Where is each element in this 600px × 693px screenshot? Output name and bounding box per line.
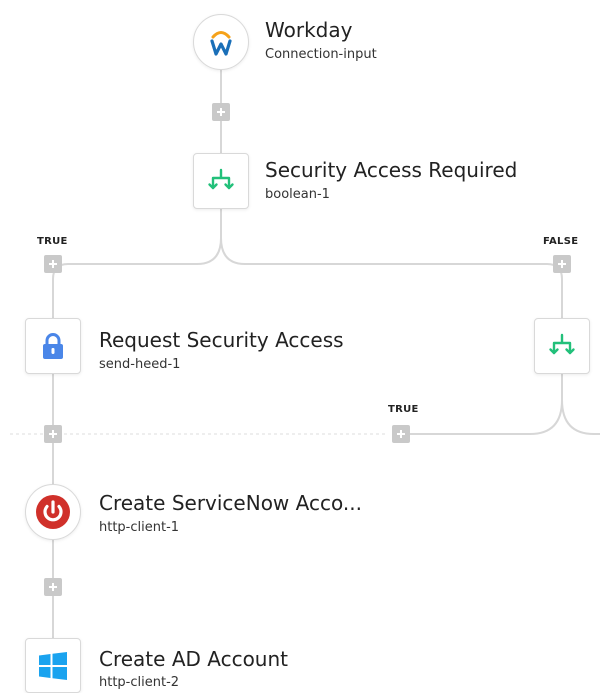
true-branch-label: TRUE	[37, 236, 68, 247]
add-inner-true-branch-step-button[interactable]	[392, 425, 410, 443]
false-branch-label: FALSE	[543, 236, 579, 247]
power-icon	[36, 495, 70, 529]
security-access-required-node-title[interactable]: Security Access Required	[265, 158, 517, 182]
inner-true-branch-label: TRUE	[388, 404, 419, 415]
create-servicenow-account-node-icon[interactable]	[25, 484, 81, 540]
workday-logo-icon	[210, 31, 232, 56]
plus-icon	[397, 430, 405, 438]
plus-icon	[49, 260, 57, 268]
request-security-access-node-icon[interactable]	[25, 318, 81, 374]
false-branch-condition-node-icon[interactable]	[534, 318, 590, 374]
add-true-branch-step-button[interactable]	[44, 255, 62, 273]
branch-icon	[549, 333, 575, 355]
plus-icon	[558, 260, 566, 268]
security-access-required-node-icon[interactable]	[193, 153, 249, 209]
windows-logo-icon	[39, 651, 67, 680]
create-servicenow-account-node-title[interactable]: Create ServiceNow Acco...	[99, 491, 362, 515]
create-ad-account-node-title[interactable]: Create AD Account	[99, 647, 288, 671]
plus-icon	[49, 430, 57, 438]
workday-node-icon[interactable]	[193, 14, 249, 70]
plus-icon	[217, 108, 225, 116]
create-ad-account-node-subtitle: http-client-2	[99, 675, 180, 690]
workday-node-subtitle: Connection-input	[265, 47, 377, 62]
lock-icon	[43, 333, 63, 359]
branch-icon	[208, 168, 234, 190]
workday-node-title[interactable]: Workday	[265, 18, 352, 42]
add-step-button[interactable]	[44, 578, 62, 596]
create-servicenow-account-node-subtitle: http-client-1	[99, 520, 180, 535]
request-security-access-node-subtitle: send-heed-1	[99, 357, 181, 372]
add-step-button[interactable]	[212, 103, 230, 121]
create-ad-account-node-icon[interactable]	[25, 638, 81, 693]
add-step-button[interactable]	[44, 425, 62, 443]
security-access-required-node-subtitle: boolean-1	[265, 187, 330, 202]
plus-icon	[49, 583, 57, 591]
request-security-access-node-title[interactable]: Request Security Access	[99, 328, 344, 352]
add-false-branch-step-button[interactable]	[553, 255, 571, 273]
